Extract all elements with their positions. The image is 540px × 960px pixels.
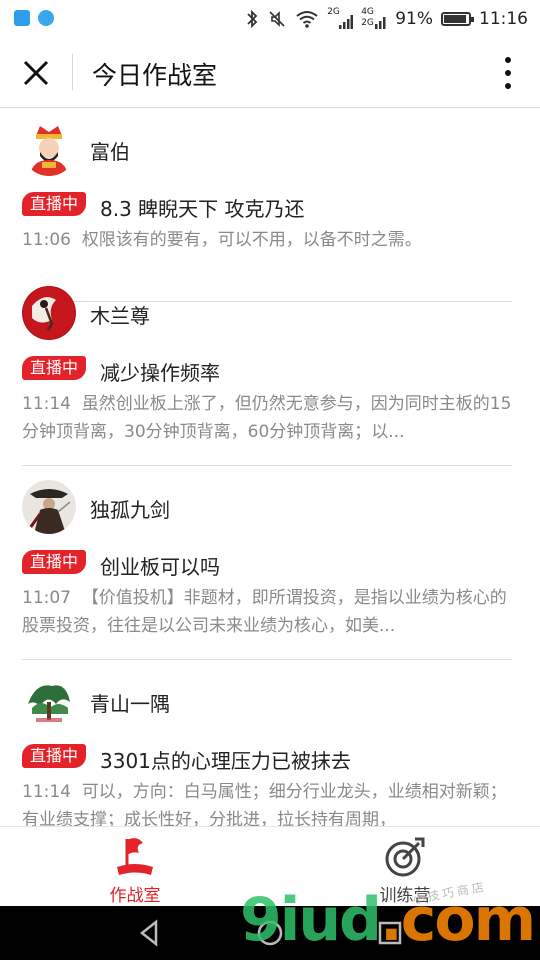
- network-4g-label: 4G: [361, 7, 374, 17]
- signal-bars-icon: [339, 15, 354, 29]
- signal-4g-indicator: 4G 2G: [361, 8, 387, 30]
- bluetooth-icon: [247, 9, 258, 29]
- post-summary: 11:06 权限该有的要有，可以不用，以备不时之需。: [22, 226, 516, 254]
- post-feed: 富伯 直播中 8.3 睥睨天下 攻克乃还 11:06 权限该有的要有，可以不用，…: [0, 108, 540, 826]
- app-header: 今日作战室: [0, 38, 540, 108]
- signal-bars-2-icon: [375, 17, 386, 29]
- network-2g-label: 2G: [361, 18, 374, 28]
- post-title[interactable]: 减少操作频率: [100, 357, 220, 386]
- post-title[interactable]: 3301点的心理压力已被抹去: [100, 745, 351, 774]
- battery-percent: 91%: [395, 9, 433, 29]
- battery-level-fill: [444, 15, 466, 23]
- wifi-icon: [296, 11, 318, 28]
- post-title[interactable]: 创业板可以吗: [100, 551, 220, 580]
- signal-2g-indicator: 2G: [327, 7, 354, 30]
- header-divider: [72, 54, 73, 90]
- message-notification-icon: [38, 10, 54, 26]
- author-name[interactable]: 青山一隅: [90, 688, 170, 717]
- status-bar: 2G 4G 2G 91% 11:16: [0, 0, 540, 38]
- post-summary-text: 权限该有的要有，可以不用，以备不时之需。: [81, 230, 422, 250]
- author-avatar[interactable]: [22, 480, 76, 534]
- live-badge: 直播中: [22, 550, 87, 574]
- post-summary-text: 虽然创业板上涨了，但仍然无意参与，因为同时主板的15分钟顶背离，30分钟顶背离，…: [22, 394, 512, 442]
- author-name[interactable]: 独孤九剑: [90, 494, 170, 523]
- live-badge: 直播中: [22, 744, 87, 768]
- back-triangle-icon[interactable]: [134, 917, 166, 949]
- author-avatar[interactable]: [22, 286, 76, 340]
- avatar-image: [22, 286, 76, 340]
- post-summary: 11:14 可以，方向：白马属性；细分行业龙头，业绩相对新颖；有业绩支撑；成长性…: [22, 778, 516, 826]
- post-time: 11:14: [22, 782, 71, 802]
- feed-item[interactable]: 木兰尊 直播中 减少操作频率 11:14 虽然创业板上涨了，但仍然无意参与，因为…: [22, 272, 540, 466]
- post-time: 11:07: [22, 588, 71, 608]
- avatar-image: [22, 480, 76, 534]
- avatar-image: [22, 122, 76, 176]
- close-icon[interactable]: [18, 55, 54, 91]
- avatar-image: [22, 674, 76, 728]
- gallery-notification-icon: [14, 10, 30, 26]
- post-summary: 11:07 【价值投机】非题材，即所谓投资，是指以业绩为核心的股票投资，往往是以…: [22, 584, 516, 640]
- feed-item[interactable]: 青山一隅 直播中 3301点的心理压力已被抹去 11:14 可以，方向：白马属性…: [22, 660, 540, 826]
- post-title[interactable]: 8.3 睥睨天下 攻克乃还: [100, 193, 305, 222]
- bottom-tab-bar: 作战室 训练营: [0, 826, 540, 906]
- home-circle-icon[interactable]: [254, 917, 286, 949]
- tab-training-camp[interactable]: 训练营: [345, 833, 465, 906]
- tab-war-room[interactable]: 作战室: [75, 833, 195, 906]
- post-time: 11:06: [22, 230, 71, 250]
- author-avatar[interactable]: [22, 674, 76, 728]
- mute-icon: [269, 11, 285, 27]
- author-name[interactable]: 木兰尊: [90, 300, 150, 329]
- post-time: 11:14: [22, 394, 71, 414]
- live-badge: 直播中: [22, 192, 87, 216]
- post-summary-text: 【价值投机】非题材，即所谓投资，是指以业绩为核心的股票投资，往往是以公司未来业绩…: [22, 588, 507, 636]
- feed-item[interactable]: 独孤九剑 直播中 创业板可以吗 11:07 【价值投机】非题材，即所谓投资，是指…: [22, 466, 540, 660]
- post-summary-text: 可以，方向：白马属性；细分行业龙头，业绩相对新颖；有业绩支撑；成长性好，分批进，…: [22, 782, 507, 826]
- battery-icon: [441, 12, 474, 26]
- system-navigation-bar: [0, 906, 540, 960]
- post-summary: 11:14 虽然创业板上涨了，但仍然无意参与，因为同时主板的15分钟顶背离，30…: [22, 390, 516, 446]
- more-options-icon[interactable]: [496, 54, 520, 92]
- author-avatar[interactable]: [22, 122, 76, 176]
- flag-icon: [117, 838, 153, 875]
- tab-training-camp-label: 训练营: [379, 886, 431, 906]
- recent-apps-square-icon[interactable]: [374, 917, 406, 949]
- target-icon: [385, 837, 425, 877]
- clock: 11:16: [479, 9, 528, 29]
- tab-war-room-label: 作战室: [109, 886, 161, 906]
- author-name[interactable]: 富伯: [90, 136, 130, 165]
- page-title: 今日作战室: [92, 61, 218, 90]
- network-type-label: 2G: [327, 7, 340, 17]
- live-badge: 直播中: [22, 356, 87, 380]
